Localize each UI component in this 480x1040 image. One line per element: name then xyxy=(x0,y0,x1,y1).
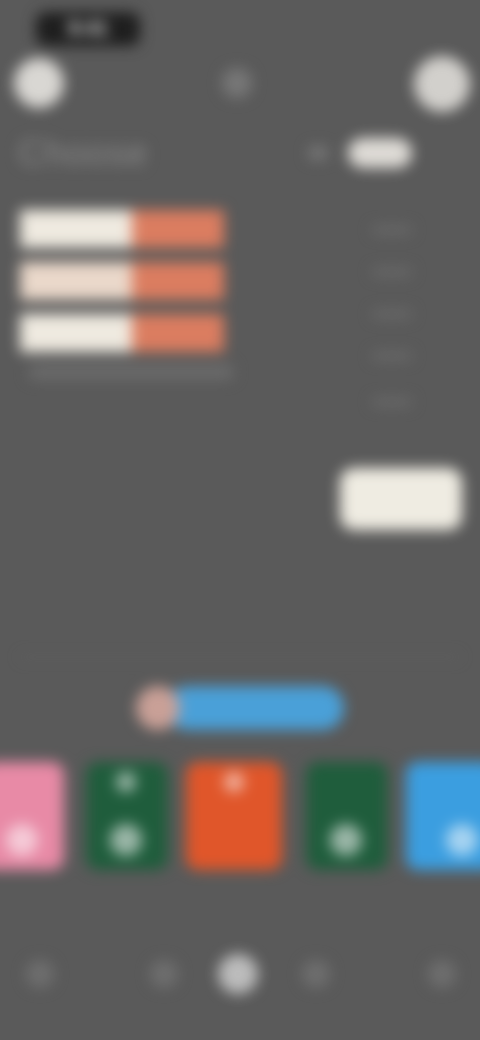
selector-option[interactable] xyxy=(372,398,412,406)
app-tile[interactable] xyxy=(0,762,64,870)
option-label xyxy=(20,210,132,248)
selector-option[interactable] xyxy=(372,352,412,360)
tile-icon xyxy=(116,772,136,792)
app-tile[interactable] xyxy=(406,762,480,870)
app-tile[interactable] xyxy=(86,762,168,870)
progress-track xyxy=(166,686,344,730)
option-label xyxy=(20,314,132,352)
tile-icon xyxy=(330,824,362,856)
app-tile[interactable] xyxy=(306,762,388,870)
status-time: 9:41 xyxy=(67,18,109,40)
progress-pill[interactable] xyxy=(136,686,344,730)
tile-icon xyxy=(224,772,244,792)
menu-icon[interactable] xyxy=(414,56,470,112)
section-label xyxy=(0,924,104,944)
value-selector xyxy=(300,130,480,550)
option-row[interactable] xyxy=(20,314,230,352)
bottom-nav xyxy=(0,950,480,1000)
option-list xyxy=(20,210,230,366)
center-icon[interactable] xyxy=(218,954,258,994)
selector-option[interactable] xyxy=(372,226,412,234)
footnote xyxy=(28,364,234,380)
page-title: Choose xyxy=(18,132,149,173)
progress-avatar xyxy=(136,686,180,730)
selector-indicator xyxy=(308,146,328,160)
home-icon[interactable] xyxy=(26,960,54,988)
divider xyxy=(20,656,460,658)
app-icon xyxy=(222,68,252,98)
option-label xyxy=(20,262,132,300)
bell-icon[interactable] xyxy=(302,960,330,988)
back-icon[interactable] xyxy=(14,58,64,108)
option-value xyxy=(132,210,224,248)
tile-icon xyxy=(446,824,478,856)
tile-icon xyxy=(6,824,38,856)
profile-icon[interactable] xyxy=(428,960,456,988)
tile-icon xyxy=(110,824,142,856)
status-bar: 9:41 xyxy=(0,0,480,52)
selector-option[interactable] xyxy=(372,310,412,318)
option-row[interactable] xyxy=(20,262,230,300)
option-row[interactable] xyxy=(20,210,230,248)
confirm-button[interactable] xyxy=(340,468,462,530)
app-screen: 9:41 Choose xyxy=(0,0,480,1040)
app-tiles xyxy=(0,762,480,882)
selector-option[interactable] xyxy=(372,268,412,276)
search-icon[interactable] xyxy=(150,960,178,988)
selector-current[interactable] xyxy=(348,138,412,168)
option-value xyxy=(132,314,224,352)
app-tile[interactable] xyxy=(186,762,282,870)
option-value xyxy=(132,262,224,300)
